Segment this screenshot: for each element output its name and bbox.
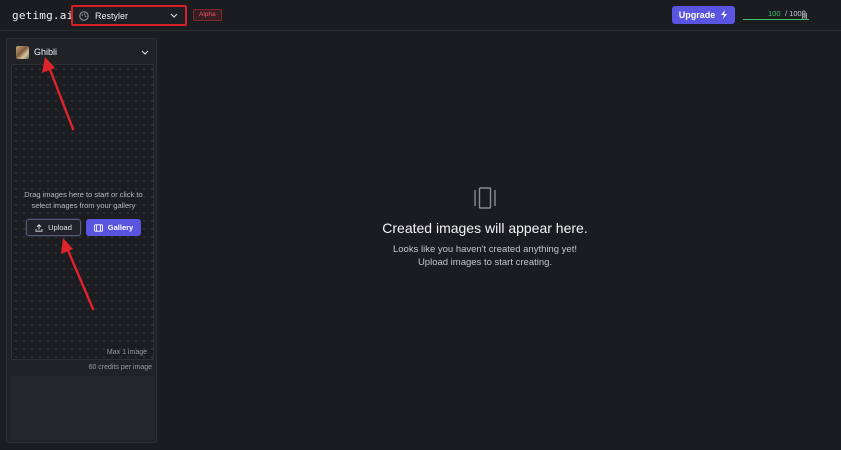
credits-indicator[interactable]: 100 / 100 [743,6,809,22]
palette-icon [79,10,89,21]
max-images-note: Max 1 image [106,349,147,356]
gallery-placeholder-icon [473,186,497,215]
credits-per-image-note: 60 credits per image [88,364,152,371]
tool-select-label: Restyler [95,10,129,21]
gallery-label: Gallery [107,223,134,232]
upgrade-button[interactable]: Upgrade [672,6,735,24]
top-bar: getimg.ai Restyler Alpha Upgrade 100 / 1… [0,0,841,31]
style-select[interactable]: Ghibli [12,42,155,62]
style-select-label: Ghibli [34,47,58,57]
chevron-down-icon [139,50,151,55]
upload-label: Upload [48,223,72,232]
style-thumbnail [16,45,29,59]
empty-state-subtitle: Looks like you haven't created anything … [160,243,810,269]
logo[interactable]: getimg.ai [12,9,73,22]
empty-state-line-2: Upload images to start creating. [417,257,553,268]
credits-max: / 100 [785,9,802,18]
chevron-down-icon [168,13,180,18]
upgrade-label: Upgrade [678,10,716,20]
settings-panel [11,376,154,440]
empty-state-line-1: Looks like you haven't created anything … [392,244,577,255]
credits-current: 100 [768,9,781,18]
gallery-icon [93,219,103,237]
paperclip-icon [801,7,808,25]
lightning-icon [720,6,728,24]
left-panel: Ghibli Drag images here to start or clic… [6,38,157,443]
credits-bar [743,19,809,20]
gallery-button[interactable]: Gallery [86,219,141,236]
empty-state-title: Created images will appear here. [382,220,588,236]
tool-select[interactable]: Restyler [71,5,187,26]
upload-button[interactable]: Upload [26,219,81,236]
upload-icon [35,219,43,237]
dropzone-text: Drag images here to start or click to se… [24,190,143,210]
alpha-badge: Alpha [193,9,222,21]
image-dropzone[interactable]: Drag images here to start or click to se… [11,64,154,360]
